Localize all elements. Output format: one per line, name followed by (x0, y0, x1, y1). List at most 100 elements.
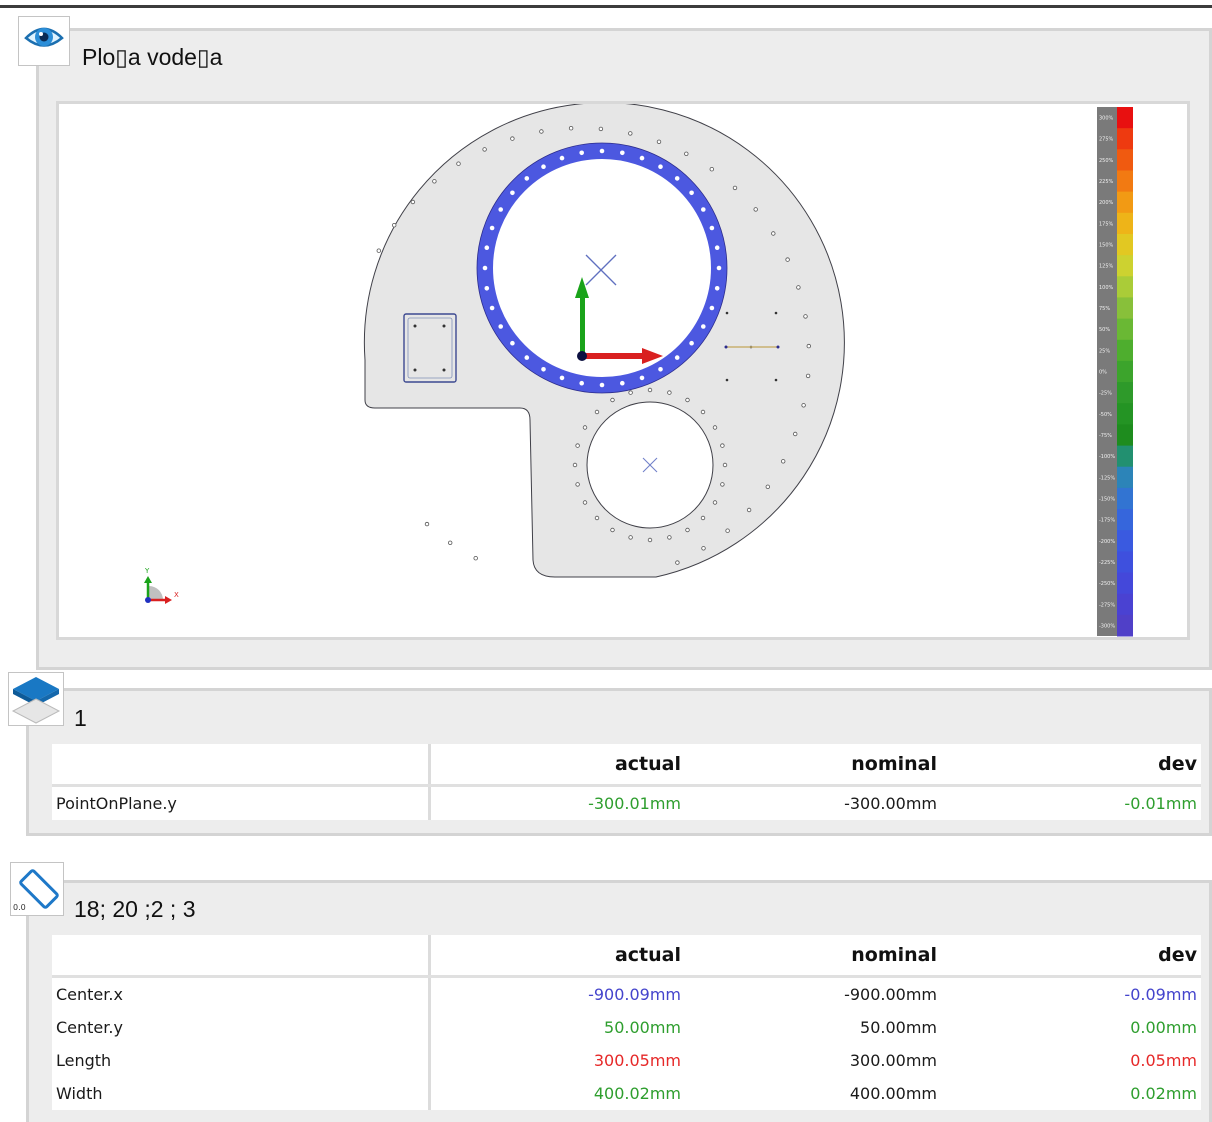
legend-label: 150% (1099, 243, 1114, 249)
bolt-hole (685, 397, 690, 403)
legend-swatch (1117, 339, 1133, 362)
ring-hole (599, 382, 605, 388)
bolt-hole (647, 537, 653, 543)
legend-label: -25% (1099, 391, 1112, 397)
edge-hole (448, 540, 453, 545)
legend-swatch (1117, 107, 1133, 129)
edge-hole (781, 459, 786, 464)
bolt-hole (594, 515, 600, 521)
legend-swatch (1117, 276, 1133, 298)
table1: actual nominal dev PointOnPlane.y -300.0… (52, 744, 1201, 820)
axis-label-y: Y (144, 567, 150, 575)
bolt-hole (647, 387, 653, 393)
ring-hole (620, 150, 625, 156)
row-actual: 50.00mm (604, 1018, 681, 1037)
edge-hole (746, 507, 752, 513)
legend-swatch (1117, 255, 1133, 277)
3d-viewport[interactable]: Y X 300% 275% 250% 225% 200% 175% 150% 125% 100%… (56, 101, 1190, 640)
edge-hole (803, 314, 808, 319)
edge-hole (765, 484, 770, 489)
ring-hole (498, 324, 504, 329)
edge-hole (456, 161, 461, 166)
plane-icon (11, 677, 61, 724)
ring-hole (510, 190, 515, 196)
table-header-row: actual nominal dev (52, 744, 1201, 787)
ring-hole (716, 265, 722, 271)
legend-label: -100% (1099, 454, 1115, 460)
ring-hole (658, 164, 663, 169)
bolt-hole (712, 425, 718, 430)
header-nominal: nominal (685, 744, 941, 787)
eye-icon (24, 27, 64, 47)
legend-swatch (1117, 360, 1133, 383)
table-row[interactable]: Center.x -900.09mm -900.00mm -0.09mm (52, 976, 1201, 1011)
ring-hole (489, 305, 495, 311)
legend-swatch (1117, 128, 1133, 150)
ring-hole (689, 340, 694, 346)
edge-hole (539, 129, 544, 134)
legend-label: 225% (1099, 179, 1114, 185)
ring-hole (639, 155, 645, 161)
slot-icon-button[interactable]: 0.0 (10, 862, 64, 916)
bolt-hole (610, 397, 615, 403)
legend-swatch (1117, 149, 1133, 171)
ring-hole (559, 375, 565, 381)
legend-label: 100% (1099, 285, 1114, 291)
legend-swatch (1117, 487, 1133, 510)
row-dev: -0.09mm (1124, 985, 1197, 1004)
legend-swatch (1117, 212, 1133, 235)
row-actual: -900.09mm (588, 985, 681, 1004)
ring-hole (541, 367, 546, 372)
table-row[interactable]: PointOnPlane.y -300.01mm -300.00mm -0.01… (52, 785, 1201, 820)
legend-swatch (1117, 318, 1133, 341)
ring-hole (674, 176, 680, 181)
row-dev: 0.05mm (1130, 1051, 1197, 1070)
ring-hole (541, 164, 546, 169)
bolt-hole (700, 409, 706, 415)
blue-ring (477, 143, 727, 393)
legend-swatch (1117, 170, 1133, 193)
legend-label: -125% (1099, 475, 1115, 481)
row-nominal: 400.00mm (849, 1084, 937, 1103)
legend-swatch (1117, 297, 1133, 320)
row-dev: -0.01mm (1124, 794, 1197, 813)
header-dev: dev (941, 744, 1201, 787)
legend-swatch (1117, 551, 1133, 574)
header-actual: actual (429, 935, 685, 978)
legend-label: -250% (1099, 581, 1115, 587)
table1-title: 1 (74, 705, 87, 731)
bolt-hole (572, 462, 578, 468)
ring-hole (579, 380, 584, 386)
ring-hole (489, 225, 495, 231)
ring-hole (701, 324, 706, 329)
plane-icon-button[interactable] (8, 672, 64, 726)
table-row[interactable]: Length 300.05mm 300.00mm 0.05mm (52, 1044, 1201, 1077)
view-icon-button[interactable] (18, 16, 70, 66)
table-row[interactable]: Center.y 50.00mm 50.00mm 0.00mm (52, 1011, 1201, 1044)
ring-hole (701, 207, 706, 212)
ring-hole (658, 367, 663, 372)
legend-swatch (1117, 403, 1133, 425)
legend-label: 0% (1099, 370, 1107, 376)
table-row[interactable]: Width 400.02mm 400.00mm 0.02mm (52, 1077, 1201, 1110)
legend-label: -275% (1099, 602, 1115, 608)
row-name: PointOnPlane.y (52, 785, 431, 820)
legend-swatch (1117, 424, 1133, 447)
legend-label: -50% (1099, 412, 1112, 418)
row-name: Center.y (52, 1011, 431, 1044)
table-header-row: actual nominal dev (52, 935, 1201, 978)
bolt-hole (720, 443, 725, 448)
bolt-hole (610, 527, 615, 533)
header-dev: dev (941, 935, 1201, 978)
legend-swatch (1117, 593, 1133, 616)
legend-label: 25% (1099, 348, 1110, 354)
edge-hole (376, 248, 381, 253)
edge-hole (753, 207, 758, 212)
legend-swatch (1117, 234, 1133, 256)
edge-hole (785, 257, 790, 262)
ring-hole (599, 148, 605, 154)
legend-label: -300% (1099, 623, 1115, 629)
edge-hole (598, 126, 604, 132)
ring-hole (484, 245, 490, 250)
header-actual: actual (429, 744, 685, 787)
